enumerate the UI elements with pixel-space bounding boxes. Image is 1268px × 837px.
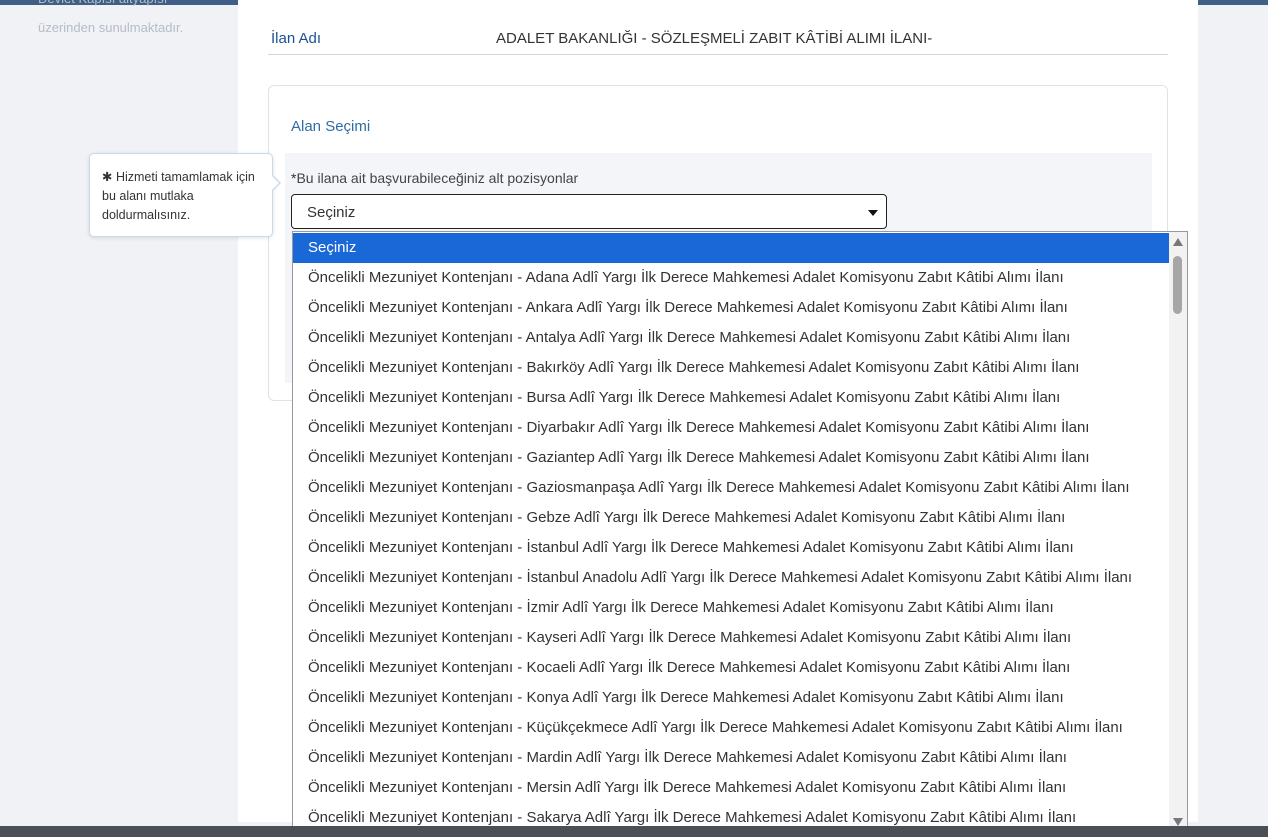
listing-name-row: İlan Adı ADALET BAKANLIĞI - SÖZLEŞMELİ Z… [268, 24, 1168, 55]
bottom-bar [0, 826, 1268, 837]
dropdown-option[interactable]: Öncelikli Mezuniyet Kontenjanı - İzmir A… [293, 593, 1169, 623]
dropdown-option[interactable]: Öncelikli Mezuniyet Kontenjanı - Küçükçe… [293, 713, 1169, 743]
listing-name-value: ADALET BAKANLIĞI - SÖZLEŞMELİ ZABIT KÂTİ… [496, 30, 933, 47]
position-select[interactable]: Seçiniz [291, 194, 887, 229]
tooltip-arrow-inner [271, 175, 279, 191]
dropdown-option[interactable]: Öncelikli Mezuniyet Kontenjanı - Konya A… [293, 683, 1169, 713]
dropdown-option[interactable]: Öncelikli Mezuniyet Kontenjanı - İstanbu… [293, 563, 1169, 593]
left-note-line-1: Devlet Kapısı altyapısı [38, 0, 167, 8]
caret-down-icon [868, 210, 878, 216]
dropdown-option[interactable]: Öncelikli Mezuniyet Kontenjanı - Bursa A… [293, 383, 1169, 413]
dropdown-option[interactable]: Öncelikli Mezuniyet Kontenjanı - Antalya… [293, 323, 1169, 353]
dropdown-option[interactable]: Öncelikli Mezuniyet Kontenjanı - Ankara … [293, 293, 1169, 323]
dropdown-option[interactable]: Öncelikli Mezuniyet Kontenjanı - Mersin … [293, 773, 1169, 803]
scroll-down-arrow-icon[interactable] [1173, 818, 1183, 826]
scrollbar-thumb[interactable] [1173, 256, 1182, 314]
position-question-label: *Bu ilana ait başvurabileceğiniz alt poz… [291, 170, 578, 186]
position-dropdown-list[interactable]: Seçiniz Öncelikli Mezuniyet Kontenjanı - … [292, 231, 1188, 833]
listing-name-label: İlan Adı [271, 30, 322, 47]
position-question-text: Bu ilana ait başvurabileceğiniz alt pozi… [296, 170, 579, 186]
dropdown-option[interactable]: Öncelikli Mezuniyet Kontenjanı - Gaziant… [293, 443, 1169, 473]
section-title: Alan Seçimi [291, 118, 371, 135]
dropdown-option[interactable]: Öncelikli Mezuniyet Kontenjanı - Kayseri… [293, 623, 1169, 653]
position-select-value: Seçiniz [307, 204, 356, 221]
dropdown-option[interactable]: Öncelikli Mezuniyet Kontenjanı - Kocaeli… [293, 653, 1169, 683]
scroll-up-arrow-icon[interactable] [1173, 238, 1183, 246]
dropdown-option-placeholder[interactable]: Seçiniz [293, 233, 1169, 263]
dropdown-scrollbar[interactable] [1169, 232, 1187, 832]
tooltip-text: ✱ Hizmeti tamamlamak için bu alanı mutla… [102, 170, 255, 222]
required-tooltip: ✱ Hizmeti tamamlamak için bu alanı mutla… [89, 153, 281, 237]
dropdown-option[interactable]: Öncelikli Mezuniyet Kontenjanı - Gebze A… [293, 503, 1169, 533]
dropdown-option[interactable]: Öncelikli Mezuniyet Kontenjanı - İstanbu… [293, 533, 1169, 563]
dropdown-option[interactable]: Öncelikli Mezuniyet Kontenjanı - Diyarba… [293, 413, 1169, 443]
dropdown-option[interactable]: Öncelikli Mezuniyet Kontenjanı - Adana A… [293, 263, 1169, 293]
left-note-line-2: üzerinden sunulmaktadır. [38, 20, 184, 35]
dropdown-option[interactable]: Öncelikli Mezuniyet Kontenjanı - Bakırkö… [293, 353, 1169, 383]
dropdown-option[interactable]: Öncelikli Mezuniyet Kontenjanı - Mardin … [293, 743, 1169, 773]
dropdown-option[interactable]: Öncelikli Mezuniyet Kontenjanı - Gaziosm… [293, 473, 1169, 503]
